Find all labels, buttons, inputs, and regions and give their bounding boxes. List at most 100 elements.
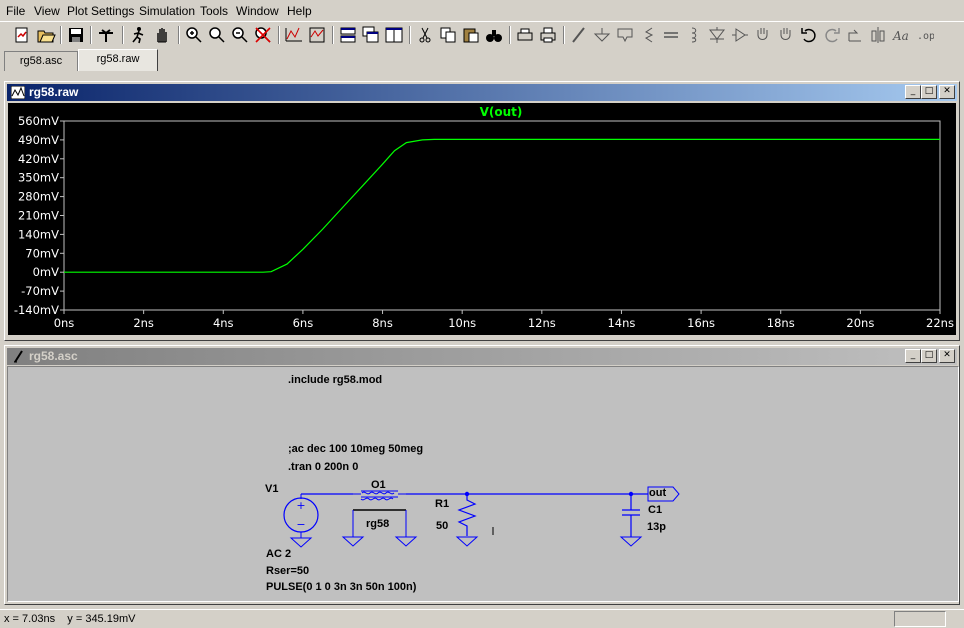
ground-symbol[interactable] <box>619 536 643 547</box>
x-tick-label: 22ns <box>926 316 954 330</box>
diode-icon[interactable] <box>707 25 727 45</box>
r1-name-label[interactable]: R1 <box>435 498 449 510</box>
y-tick-label: 420mV <box>18 152 59 166</box>
c1-name-label[interactable]: C1 <box>648 504 662 516</box>
capacitor-c1[interactable] <box>622 491 640 537</box>
save-icon[interactable] <box>66 25 86 45</box>
v1-rser-label[interactable]: Rser=50 <box>266 565 309 577</box>
ground-symbol[interactable] <box>341 536 365 547</box>
spice-directive-ac[interactable]: ;ac dec 100 10meg 50meg <box>288 443 423 455</box>
v1-pulse-label[interactable]: PULSE(0 1 0 3n 3n 50n 100n) <box>266 581 416 593</box>
v1-ac-label[interactable]: AC 2 <box>266 548 291 560</box>
find-icon[interactable] <box>484 25 504 45</box>
zoom-cancel-icon[interactable] <box>253 25 273 45</box>
tile-vertical-icon[interactable] <box>384 25 404 45</box>
open-icon[interactable] <box>36 25 56 45</box>
mirror-icon[interactable] <box>868 25 888 45</box>
resistor-r1[interactable] <box>457 491 477 536</box>
ground-symbol[interactable] <box>394 536 418 547</box>
tab-rg58-raw[interactable]: rg58.raw <box>78 49 158 71</box>
x-tick-label: 2ns <box>133 316 154 330</box>
halt-icon[interactable] <box>152 25 172 45</box>
menu-tools[interactable]: Tools <box>200 4 228 18</box>
control-panel-icon[interactable] <box>96 25 116 45</box>
inductor-icon[interactable] <box>684 25 704 45</box>
component-icon[interactable] <box>730 25 750 45</box>
resistor-icon[interactable] <box>638 25 658 45</box>
capacitor-icon[interactable] <box>661 25 681 45</box>
y-axis-labels: 560mV 490mV 420mV 350mV 280mV 210mV 140mV 70mV 0… <box>14 114 64 317</box>
x-tick-label: 8ns <box>372 316 393 330</box>
rotate-icon[interactable] <box>845 25 865 45</box>
r1-value-label[interactable]: 50 <box>436 520 448 532</box>
net-label-text[interactable]: out <box>649 487 666 499</box>
o1-name-label[interactable]: O1 <box>371 479 386 491</box>
ground-icon[interactable] <box>592 25 612 45</box>
minimize-button[interactable]: _ <box>905 349 921 363</box>
minimize-button[interactable]: _ <box>905 85 921 99</box>
x-tick-label: 0ns <box>54 316 75 330</box>
waveform-chart: 560mV 490mV 420mV 350mV 280mV 210mV 140mV 70mV 0… <box>14 105 954 330</box>
text-icon[interactable]: Aa <box>891 25 911 45</box>
label-net-icon[interactable] <box>615 25 635 45</box>
zoom-in-icon[interactable] <box>184 25 204 45</box>
spice-directive-include[interactable]: .include rg58.mod <box>288 374 382 386</box>
o1-model-label[interactable]: rg58 <box>366 518 389 530</box>
tab-rg58-asc[interactable]: rg58.asc <box>4 51 78 71</box>
menu-window[interactable]: Window <box>236 4 279 18</box>
print-setup-icon[interactable] <box>515 25 535 45</box>
autorange-y-icon[interactable] <box>307 25 327 45</box>
spice-directive-icon[interactable]: .op <box>914 25 935 45</box>
y-tick-label: 280mV <box>18 190 59 204</box>
c1-value-label[interactable]: 13p <box>647 521 666 533</box>
plot-window-title: rg58.raw <box>29 85 79 99</box>
tile-horizontal-icon[interactable] <box>338 25 358 45</box>
zoom-out-icon[interactable] <box>230 25 250 45</box>
maximize-button[interactable]: □ <box>921 349 937 363</box>
schematic-window-titlebar[interactable]: rg58.asc <box>7 348 957 365</box>
copy-icon[interactable] <box>438 25 458 45</box>
y-tick-label: 210mV <box>18 209 59 223</box>
y-tick-label: -70mV <box>21 284 59 298</box>
undo-icon[interactable] <box>799 25 819 45</box>
close-button[interactable]: ✕ <box>939 349 955 363</box>
run-icon[interactable] <box>128 25 148 45</box>
status-panel <box>894 611 946 627</box>
status-bar: x = 7.03ns y = 345.19mV <box>0 609 964 628</box>
x-tick-label: 20ns <box>846 316 874 330</box>
move-icon[interactable] <box>753 25 773 45</box>
waveform-icon <box>11 86 25 99</box>
zoom-area-icon[interactable] <box>207 25 227 45</box>
menu-help[interactable]: Help <box>287 4 312 18</box>
ground-symbol[interactable] <box>455 536 479 547</box>
redo-icon[interactable] <box>822 25 842 45</box>
legend-v-out[interactable]: V(out) <box>480 105 523 119</box>
maximize-button[interactable]: □ <box>921 85 937 99</box>
x-tick-label: 4ns <box>213 316 234 330</box>
new-schematic-icon[interactable] <box>12 25 32 45</box>
v1-name-label[interactable]: V1 <box>265 483 278 495</box>
menu-file[interactable]: File <box>6 4 25 18</box>
transmission-line-o1[interactable] <box>352 490 407 537</box>
paste-icon[interactable] <box>461 25 481 45</box>
cascade-icon[interactable] <box>361 25 381 45</box>
schematic-canvas[interactable]: + − .include rg58.mod ;ac dec 100 10meg … <box>7 366 959 602</box>
menu-simulation[interactable]: Simulation <box>139 4 195 18</box>
y-tick-label: 560mV <box>18 114 59 128</box>
x-axis-labels: 0ns 2ns 4ns 6ns 8ns 10ns 12ns 14ns 16ns 18ns 20ns 2… <box>54 310 954 330</box>
close-button[interactable]: ✕ <box>939 85 955 99</box>
print-icon[interactable] <box>538 25 558 45</box>
cut-icon[interactable] <box>415 25 435 45</box>
menu-plot-settings[interactable]: Plot Settings <box>67 4 134 18</box>
cursor-coordinates: x = 7.03ns y = 345.19mV <box>4 613 136 625</box>
plot-window-titlebar[interactable]: rg58.raw <box>7 84 957 101</box>
menu-view[interactable]: View <box>34 4 60 18</box>
spice-directive-tran[interactable]: .tran 0 200n 0 <box>288 461 358 473</box>
wire-icon[interactable] <box>569 25 589 45</box>
plot-area[interactable]: 560mV 490mV 420mV 350mV 280mV 210mV 140mV 70mV 0… <box>8 103 956 335</box>
voltage-source-v1[interactable]: + − <box>283 494 319 538</box>
autorange-icon[interactable] <box>284 25 304 45</box>
x-tick-label: 16ns <box>687 316 715 330</box>
ground-symbol[interactable] <box>289 537 313 548</box>
drag-icon[interactable] <box>776 25 796 45</box>
